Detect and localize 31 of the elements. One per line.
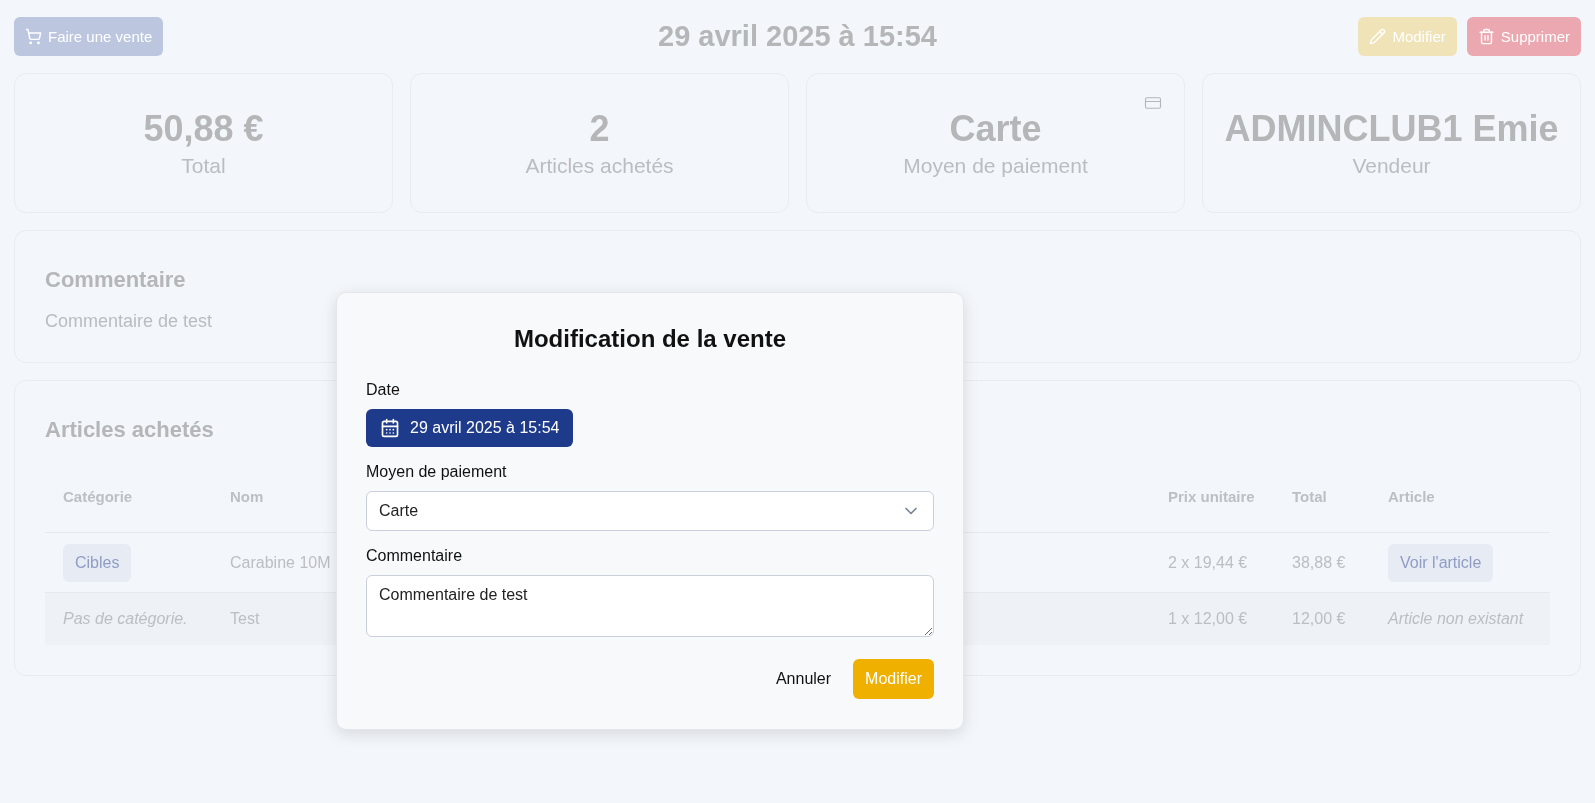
date-picker-button[interactable]: 29 avril 2025 à 15:54 (366, 409, 574, 447)
stat-value: 50,88 € (143, 108, 264, 150)
calendar-icon (380, 418, 400, 438)
new-sale-button[interactable]: Faire une vente (14, 16, 164, 56)
comment-text: Commentaire de test (45, 311, 214, 332)
cancel-button[interactable]: Annuler (775, 670, 832, 688)
panel-title: Commentaire (45, 267, 186, 293)
dialog-title: Modification de la vente (512, 325, 787, 353)
credit-card-icon (1144, 94, 1162, 112)
pencil-icon (1369, 27, 1387, 45)
cart-icon (25, 27, 42, 45)
stat-label: Articles achetés (525, 154, 674, 178)
field-label: Commentaire (366, 547, 464, 565)
stat-value: Carte (949, 108, 1042, 150)
trash-icon (1477, 27, 1495, 45)
payment-select[interactable]: Carte (366, 491, 934, 531)
panel-title: Articles achetés (45, 417, 214, 443)
stat-label: Vendeur (1352, 154, 1431, 178)
category-tag: Cibles (63, 543, 132, 582)
field-label: Moyen de paiement (366, 463, 508, 481)
field-label: Date (366, 381, 401, 399)
page-title: 29 avril 2025 à 15:54 (658, 19, 937, 53)
submit-button[interactable]: Modifier (853, 659, 934, 699)
stat-value: 2 (589, 108, 610, 150)
stat-label: Total (181, 154, 226, 178)
stat-label: Moyen de paiement (903, 154, 1088, 178)
edit-button[interactable]: Modifier (1358, 16, 1457, 56)
comment-input[interactable]: Commentaire de test (366, 575, 934, 637)
stat-value: ADMINCLUB1 Emie (1224, 108, 1559, 150)
delete-button[interactable]: Supprimer (1466, 16, 1581, 56)
view-article-button[interactable]: Voir l'article (1388, 543, 1494, 582)
